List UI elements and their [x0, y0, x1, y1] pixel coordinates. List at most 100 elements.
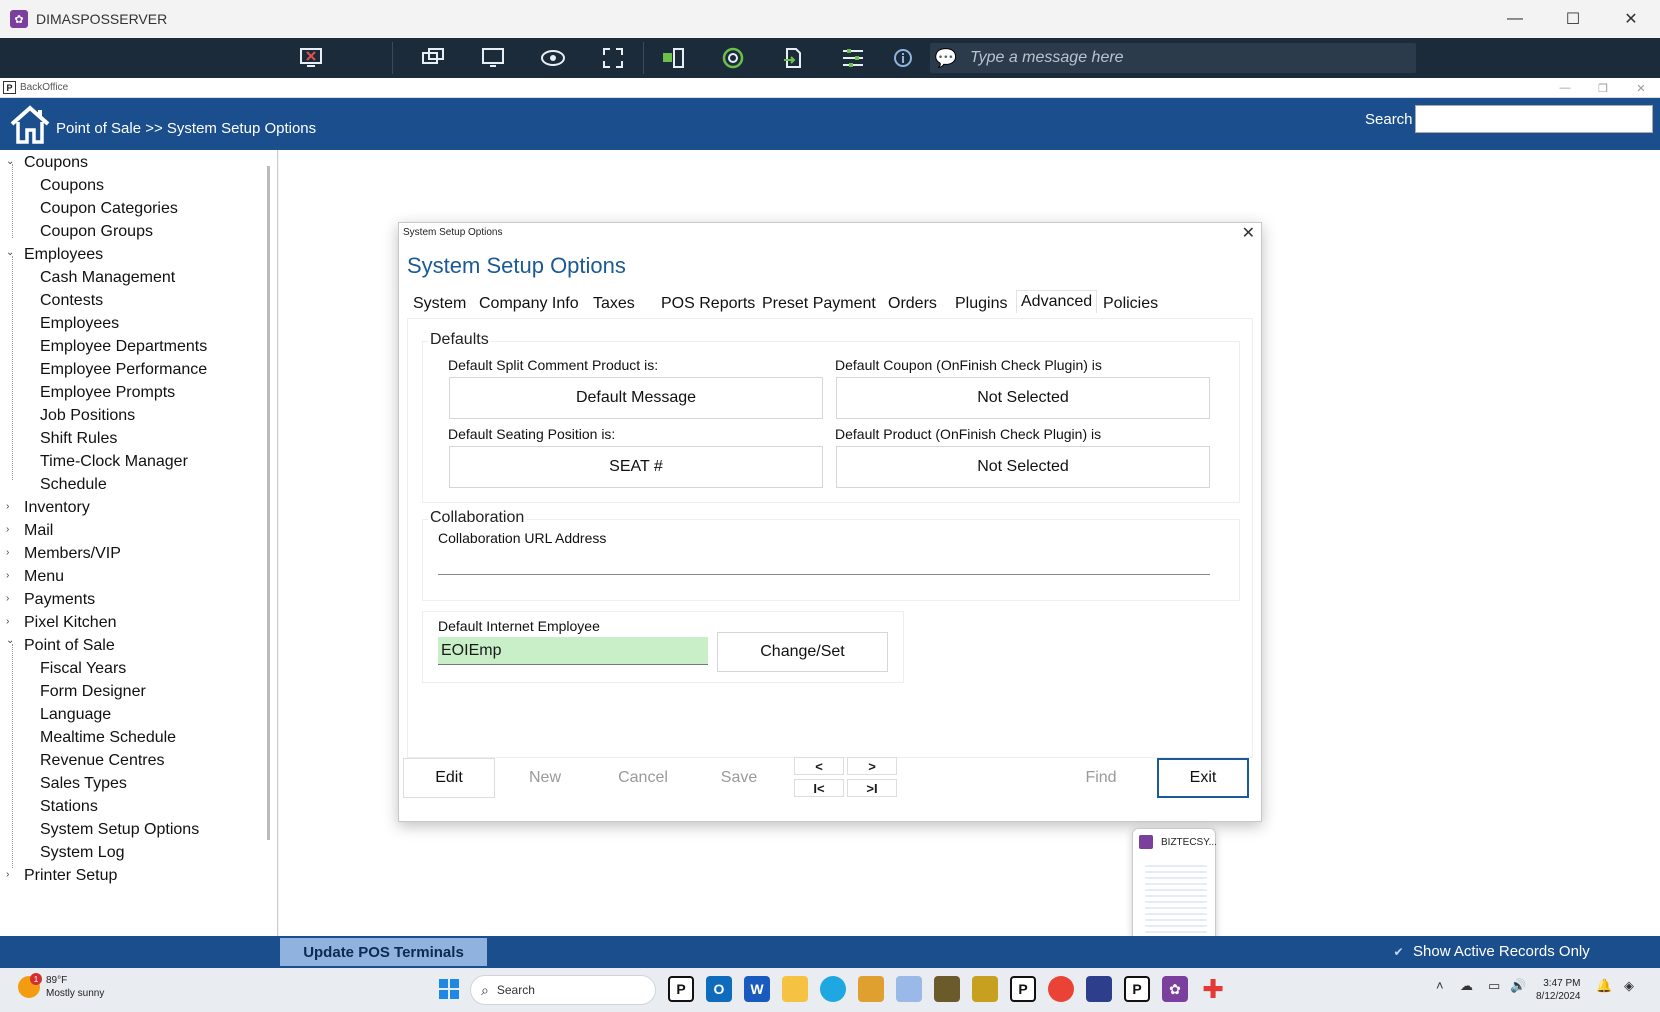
record-icon[interactable] [718, 44, 748, 72]
backoffice-restore-button[interactable]: ❐ [1584, 78, 1622, 98]
split-comment-button[interactable]: Default Message [449, 377, 823, 419]
outlook-icon[interactable]: O [706, 976, 732, 1002]
prev-record-button[interactable]: < [794, 757, 844, 775]
home-icon[interactable] [8, 102, 52, 146]
tab-pos-reports[interactable]: POS Reports [657, 293, 759, 315]
remote-app-icon[interactable]: ✿ [1162, 976, 1188, 1002]
search-input[interactable] [1415, 105, 1653, 133]
checkmark-icon[interactable]: ✔ [1392, 945, 1405, 959]
tab-orders[interactable]: Orders [884, 293, 941, 315]
sidebar-item-coupon-groups[interactable]: Coupon Groups [40, 223, 153, 241]
app-shortcut-icon[interactable] [1086, 976, 1112, 1002]
cloud-icon[interactable]: ☁ [1460, 978, 1473, 994]
sidebar-item-coupon-categories[interactable]: Coupon Categories [40, 200, 178, 218]
show-active-records-toggle[interactable]: ✔ Show Active Records Only [1392, 943, 1589, 960]
pos-app-icon[interactable]: P [1010, 976, 1036, 1002]
tab-plugins[interactable]: Plugins [951, 293, 1011, 315]
sidebar-item-printer-setup[interactable]: Printer Setup [24, 867, 117, 885]
file-transfer-icon[interactable] [658, 44, 688, 72]
switch-monitor-icon[interactable] [418, 44, 448, 72]
network-icon[interactable]: ▭ [1488, 978, 1500, 994]
first-record-button[interactable]: I< [794, 779, 844, 797]
sidebar-item-language[interactable]: Language [40, 706, 111, 724]
new-button[interactable]: New [499, 758, 591, 798]
minimize-button[interactable]: — [1486, 0, 1544, 38]
maximize-button[interactable]: ☐ [1544, 0, 1602, 38]
sidebar-item-employee-performance[interactable]: Employee Performance [40, 361, 207, 379]
sidebar-item-inventory[interactable]: Inventory [24, 499, 90, 517]
sidebar-item-pixel-kitchen[interactable]: Pixel Kitchen [24, 614, 117, 632]
collaboration-url-input[interactable] [438, 551, 1210, 575]
backoffice-close-button[interactable]: ✕ [1622, 78, 1660, 98]
view-only-icon[interactable] [538, 44, 568, 72]
change-set-button[interactable]: Change/Set [717, 632, 888, 672]
save-button[interactable]: Save [693, 758, 785, 798]
sidebar-item-menu[interactable]: Menu [24, 568, 64, 586]
monitor-one-icon[interactable] [478, 44, 508, 72]
chevron-right-icon[interactable]: › [6, 570, 9, 581]
app-shortcut-icon[interactable] [858, 976, 884, 1002]
dialog-close-icon[interactable]: ✕ [1242, 223, 1255, 243]
chevron-right-icon[interactable]: › [6, 524, 9, 535]
sidebar-item-stations[interactable]: Stations [40, 798, 98, 816]
sidebar-item-sales-types[interactable]: Sales Types [40, 775, 127, 793]
sidebar-item-shift-rules[interactable]: Shift Rules [40, 430, 117, 448]
tab-system[interactable]: System [409, 293, 470, 315]
tab-advanced[interactable]: Advanced [1016, 290, 1098, 313]
tab-preset-payment[interactable]: Preset Payment [758, 293, 880, 315]
chevron-right-icon[interactable]: › [6, 501, 9, 512]
sidebar-item-system-setup-options[interactable]: System Setup Options [40, 821, 199, 839]
last-record-button[interactable]: >I [847, 779, 897, 797]
exit-button[interactable]: Exit [1157, 758, 1249, 798]
pos-app-icon[interactable]: P [1124, 976, 1150, 1002]
app-shortcut-icon[interactable] [972, 976, 998, 1002]
info-icon[interactable] [888, 44, 918, 72]
chevron-down-icon[interactable]: ⌄ [6, 635, 14, 646]
seating-position-button[interactable]: SEAT # [449, 446, 823, 488]
sidebar-item-mealtime-schedule[interactable]: Mealtime Schedule [40, 729, 176, 747]
clock[interactable]: 3:47 PM 8/12/2024 [1536, 977, 1581, 1003]
volume-icon[interactable]: 🔊 [1510, 978, 1526, 994]
sidebar-item-form-designer[interactable]: Form Designer [40, 683, 146, 701]
sidebar-item-employees-list[interactable]: Employees [40, 315, 119, 333]
message-input[interactable]: 💬 Type a message here [930, 43, 1416, 73]
default-product-button[interactable]: Not Selected [836, 446, 1210, 488]
send-file-icon[interactable] [778, 44, 808, 72]
close-button[interactable]: ✕ [1602, 0, 1660, 38]
chevron-up-icon[interactable]: ˄ [1436, 978, 1444, 993]
file-explorer-icon[interactable] [782, 976, 808, 1002]
sidebar-item-revenue-centres[interactable]: Revenue Centres [40, 752, 165, 770]
pos-app-icon[interactable]: P [668, 976, 694, 1002]
word-icon[interactable]: W [744, 976, 770, 1002]
sidebar-item-system-log[interactable]: System Log [40, 844, 124, 862]
chevron-down-icon[interactable]: ⌄ [6, 247, 14, 258]
bell-icon[interactable]: 🔔 [1596, 978, 1612, 994]
sidebar-item-fiscal-years[interactable]: Fiscal Years [40, 660, 126, 678]
chrome-icon[interactable] [1048, 976, 1074, 1002]
sidebar-item-time-clock-manager[interactable]: Time-Clock Manager [40, 453, 188, 471]
sidebar-item-coupons-list[interactable]: Coupons [40, 177, 104, 195]
edit-button[interactable]: Edit [403, 758, 495, 798]
sidebar-item-contests[interactable]: Contests [40, 292, 103, 310]
sidebar-item-mail[interactable]: Mail [24, 522, 53, 540]
sidebar-item-employee-prompts[interactable]: Employee Prompts [40, 384, 175, 402]
copilot-icon[interactable]: ◈ [1624, 978, 1634, 994]
sidebar-item-employee-departments[interactable]: Employee Departments [40, 338, 207, 356]
chevron-right-icon[interactable]: › [6, 593, 9, 604]
sidebar-item-members-vip[interactable]: Members/VIP [24, 545, 121, 563]
chevron-right-icon[interactable]: › [6, 869, 9, 880]
taskbar-search[interactable]: ⌕ Search [470, 975, 656, 1005]
tab-company-info[interactable]: Company Info [475, 293, 583, 315]
disconnect-icon[interactable] [296, 44, 326, 72]
app-shortcut-icon[interactable] [896, 976, 922, 1002]
default-coupon-button[interactable]: Not Selected [836, 377, 1210, 419]
windows-start-icon[interactable] [436, 976, 462, 1002]
weather-widget[interactable]: 1 89°F Mostly sunny [18, 973, 104, 1000]
fullscreen-icon[interactable] [598, 44, 628, 72]
red-cross-icon[interactable]: ✚ [1200, 974, 1226, 1004]
sidebar-item-point-of-sale[interactable]: Point of Sale [24, 637, 115, 655]
sidebar-scrollbar[interactable] [267, 166, 270, 840]
cancel-button[interactable]: Cancel [597, 758, 689, 798]
next-record-button[interactable]: > [847, 757, 897, 775]
sidebar-item-schedule[interactable]: Schedule [40, 476, 107, 494]
